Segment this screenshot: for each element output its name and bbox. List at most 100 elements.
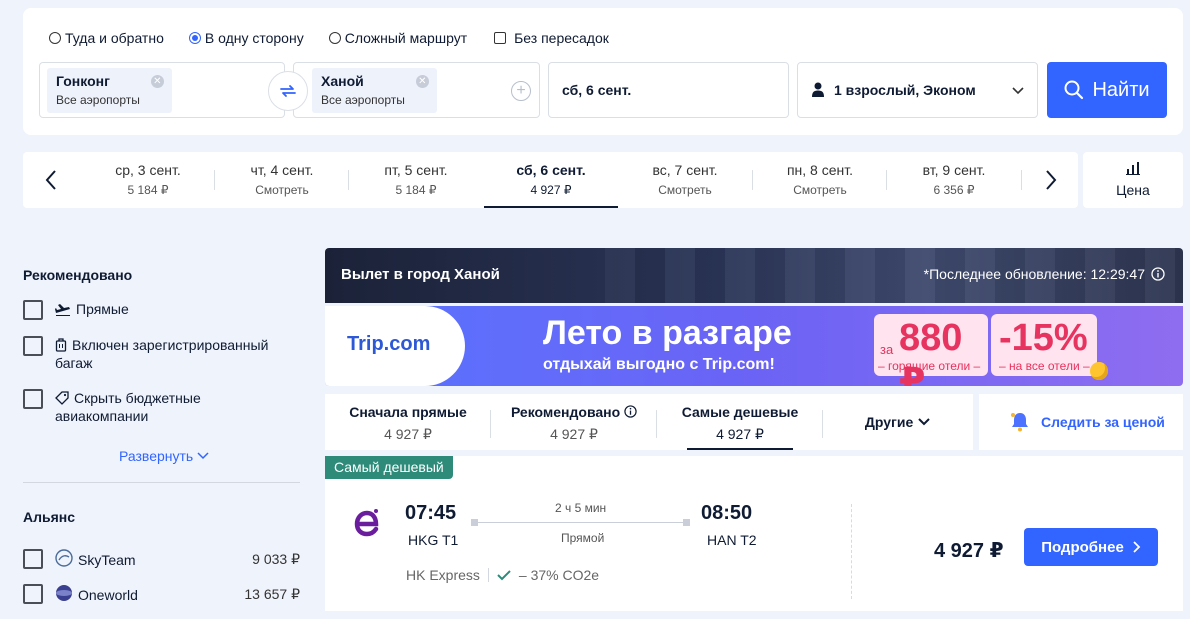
destination-field[interactable]: Ханой Все аэропорты ✕ + <box>293 62 540 118</box>
next-dates-button[interactable] <box>1039 168 1063 192</box>
divider <box>23 482 300 483</box>
hk-express-logo-icon <box>354 509 379 537</box>
info-icon[interactable] <box>1151 267 1165 281</box>
radio-label: В одну сторону <box>204 30 304 46</box>
price-watch-button[interactable]: Следить за ценой <box>979 394 1183 450</box>
date-field[interactable]: сб, 6 сент. <box>548 62 789 118</box>
date-cell[interactable]: пн, 8 сент. Смотреть <box>753 152 887 208</box>
promo-value: 880 ₽ <box>899 317 963 386</box>
divider <box>851 504 852 599</box>
date-cell-price: 4 927 ₽ <box>530 183 572 197</box>
passengers-field[interactable]: 1 взрослый, Эконом <box>797 62 1038 118</box>
radio-dot[interactable] <box>188 32 201 44</box>
checkbox[interactable] <box>23 300 43 320</box>
date-cell[interactable]: пт, 5 сент. 5 184 ₽ <box>349 152 483 208</box>
radio-round-trip[interactable]: Туда и обратно <box>49 30 164 46</box>
cheapest-badge: Самый дешевый <box>325 456 453 479</box>
checkbox[interactable] <box>23 584 43 604</box>
chevron-down-icon <box>918 418 930 426</box>
checkbox[interactable] <box>23 389 43 409</box>
tag-icon <box>55 391 69 405</box>
tripcom-logo: Trip.com <box>347 333 431 355</box>
date-cell-price: Смотреть <box>255 183 309 197</box>
nonstop-checkbox[interactable]: Без пересадок <box>494 30 609 46</box>
info-icon[interactable] <box>624 405 637 418</box>
alliance-title: Альянс <box>23 509 76 525</box>
sort-price: 4 927 ₽ <box>384 426 432 442</box>
skyteam-label: SkyTeam <box>78 552 136 568</box>
date-cell-label: сб, 6 сент. <box>516 162 586 178</box>
destination-chip: Ханой Все аэропорты ✕ <box>312 68 437 113</box>
alliance-skyteam[interactable]: SkyTeam <box>23 549 136 569</box>
date-cell[interactable]: вс, 7 сент. Смотреть <box>618 152 752 208</box>
origin-field[interactable]: Гонконг Все аэропорты ✕ <box>39 62 285 118</box>
radio-multi-city[interactable]: Сложный маршрут <box>328 30 468 46</box>
sort-cheapest[interactable]: Самые дешевые 4 927 ₽ <box>657 394 823 450</box>
flight-price: 4 927 ₽ <box>934 540 1004 562</box>
sort-bar: Сначала прямые 4 927 ₽ Рекомендовано 4 9… <box>325 394 973 450</box>
plane-icon <box>55 304 70 316</box>
nonstop-label: Без пересадок <box>514 30 609 46</box>
date-cell[interactable]: чт, 4 сент. Смотреть <box>215 152 349 208</box>
promo-hot-hotels: за 880 ₽ – горящие отели – <box>874 314 988 386</box>
flight-result-card[interactable]: Самый дешевый 07:45 HKG T1 2 ч 5 мин Пря… <box>325 456 1183 611</box>
date-cell-label: пн, 8 сент. <box>786 162 854 178</box>
date-cell[interactable]: вт, 9 сент. 6 356 ₽ <box>887 152 1021 208</box>
promo-discount: -15% <box>999 317 1088 359</box>
sort-recommended[interactable]: Рекомендовано 4 927 ₽ <box>491 394 657 450</box>
swap-button[interactable] <box>268 71 308 111</box>
sort-direct-first[interactable]: Сначала прямые 4 927 ₽ <box>325 394 491 450</box>
chevron-down-icon <box>1012 87 1024 95</box>
banner-headline: Лето в разгаре <box>543 314 792 352</box>
results-hero: Вылет в город Ханой *Последнее обновлени… <box>325 248 1183 303</box>
radio-dot[interactable] <box>49 32 61 44</box>
expand-filters-link[interactable]: Развернуть <box>119 448 209 464</box>
date-cell[interactable]: ср, 3 сент. 5 184 ₽ <box>81 152 215 208</box>
date-cell-label: ср, 3 сент. <box>115 162 181 178</box>
filter-budget[interactable]: Скрыть бюджетные авиакомпании <box>23 389 243 425</box>
filter-direct[interactable]: Прямые <box>23 300 129 320</box>
origin-sub: Все аэропорты <box>56 93 140 107</box>
swap-icon <box>280 85 296 97</box>
date-cell-label: вс, 7 сент. <box>652 162 718 178</box>
checkbox-box[interactable] <box>494 32 507 44</box>
route-line <box>474 522 688 523</box>
oneworld-logo-icon <box>56 585 72 601</box>
expand-label: Развернуть <box>119 448 194 464</box>
sort-price: 4 927 ₽ <box>716 426 764 442</box>
add-destination-icon[interactable]: + <box>511 81 531 101</box>
checkbox[interactable] <box>23 336 43 356</box>
alliance-oneworld[interactable]: Oneworld <box>23 584 138 604</box>
co2-label: – 37% CO2e <box>518 567 600 583</box>
details-button[interactable]: Подробнее <box>1024 528 1158 566</box>
price-chart-tab[interactable]: Цена <box>1083 152 1183 208</box>
checkbox[interactable] <box>23 549 43 569</box>
sort-recommended-label: Рекомендовано <box>510 404 621 420</box>
last-update: *Последнее обновление: 12:29:47 <box>924 266 1165 282</box>
arrival-airport: HAN T2 <box>707 532 757 548</box>
origin-chip: Гонконг Все аэропорты ✕ <box>47 68 172 113</box>
carrier-info: HK Express – 37% CO2e <box>406 567 599 583</box>
radio-one-way[interactable]: В одну сторону <box>188 30 304 46</box>
date-cell-selected[interactable]: сб, 6 сент. 4 927 ₽ <box>484 152 618 208</box>
search-button[interactable]: Найти <box>1047 62 1167 118</box>
radio-label: Сложный маршрут <box>344 30 468 46</box>
promo-banner[interactable]: Trip.com Лето в разгаре отдыхай выгодно … <box>325 306 1183 386</box>
clear-destination-icon[interactable]: ✕ <box>415 75 429 88</box>
details-button-label: Подробнее <box>1041 538 1124 556</box>
prev-dates-button[interactable] <box>39 168 63 192</box>
destination-sub: Все аэропорты <box>321 93 405 107</box>
sort-label: Сначала прямые <box>349 404 467 420</box>
sort-label: Самые дешевые <box>681 404 799 420</box>
chevron-left-icon <box>45 170 56 190</box>
radio-dot[interactable] <box>328 32 341 44</box>
filter-baggage[interactable]: Включен зарегистрированный багаж <box>23 336 283 372</box>
airline-name: HK Express <box>406 567 480 583</box>
last-update-text: *Последнее обновление: 12:29:47 <box>923 266 1145 282</box>
route-end-dot <box>683 519 690 526</box>
sort-other-dropdown[interactable]: Другие <box>823 394 973 450</box>
alliance-label: SkyTeam <box>55 549 136 569</box>
arrival-time: 08:50 <box>701 502 753 524</box>
sort-label: Рекомендовано <box>491 404 657 420</box>
clear-origin-icon[interactable]: ✕ <box>150 75 164 88</box>
